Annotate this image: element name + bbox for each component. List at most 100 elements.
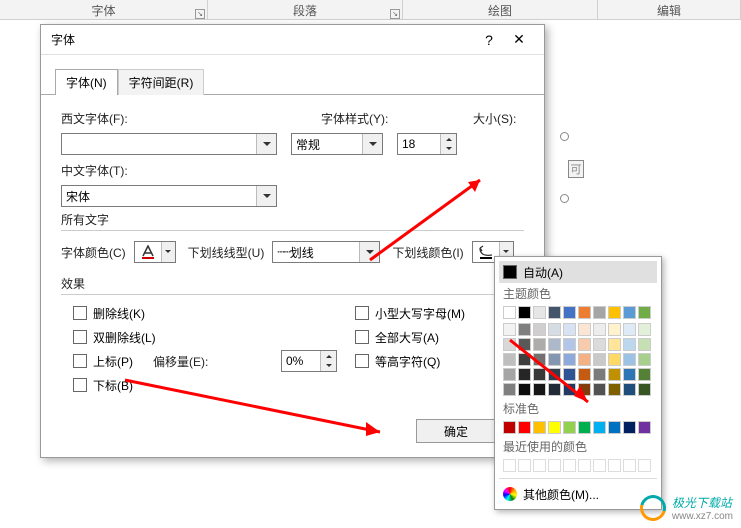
color-swatch[interactable] xyxy=(548,421,561,434)
color-swatch[interactable] xyxy=(503,368,516,381)
color-swatch[interactable] xyxy=(533,323,546,336)
color-swatch[interactable] xyxy=(638,323,651,336)
color-swatch[interactable] xyxy=(578,459,591,472)
color-swatch[interactable] xyxy=(638,383,651,396)
color-swatch[interactable] xyxy=(503,353,516,366)
color-swatch[interactable] xyxy=(608,459,621,472)
color-swatch[interactable] xyxy=(623,338,636,351)
color-swatch[interactable] xyxy=(503,338,516,351)
superscript-checkbox[interactable]: 上标(P) 偏移量(E): xyxy=(73,349,281,373)
color-swatch[interactable] xyxy=(548,323,561,336)
subscript-checkbox[interactable]: 下标(B) xyxy=(73,373,281,397)
color-swatch[interactable] xyxy=(548,383,561,396)
tab-spacing[interactable]: 字符间距(R) xyxy=(118,69,205,95)
spin-down-icon[interactable] xyxy=(321,361,336,371)
color-swatch[interactable] xyxy=(518,421,531,434)
double-strike-checkbox[interactable]: 双删除线(L) xyxy=(73,325,281,349)
close-button[interactable]: ✕ xyxy=(504,31,534,48)
color-swatch[interactable] xyxy=(608,368,621,381)
chevron-down-icon[interactable] xyxy=(359,242,379,262)
color-swatch[interactable] xyxy=(638,353,651,366)
color-swatch[interactable] xyxy=(623,459,636,472)
color-swatch[interactable] xyxy=(533,368,546,381)
color-swatch[interactable] xyxy=(623,421,636,434)
color-swatch[interactable] xyxy=(593,459,606,472)
color-swatch[interactable] xyxy=(563,338,576,351)
color-swatch[interactable] xyxy=(638,306,651,319)
color-swatch[interactable] xyxy=(563,368,576,381)
asian-font-combo[interactable]: 宋体 xyxy=(61,185,277,207)
color-swatch[interactable] xyxy=(623,323,636,336)
chevron-down-icon[interactable] xyxy=(256,134,276,154)
color-swatch[interactable] xyxy=(548,306,561,319)
underline-combo[interactable]: ┄┄ 划线 xyxy=(272,241,380,263)
color-swatch[interactable] xyxy=(593,323,606,336)
color-swatch[interactable] xyxy=(623,383,636,396)
color-swatch[interactable] xyxy=(503,459,516,472)
color-swatch[interactable] xyxy=(548,368,561,381)
color-swatch[interactable] xyxy=(518,368,531,381)
color-swatch[interactable] xyxy=(608,323,621,336)
color-swatch[interactable] xyxy=(563,421,576,434)
color-swatch[interactable] xyxy=(593,383,606,396)
color-swatch[interactable] xyxy=(563,306,576,319)
selection-handle[interactable] xyxy=(560,132,569,141)
color-swatch[interactable] xyxy=(548,338,561,351)
color-swatch[interactable] xyxy=(608,338,621,351)
color-swatch[interactable] xyxy=(533,306,546,319)
color-swatch[interactable] xyxy=(503,323,516,336)
color-swatch[interactable] xyxy=(638,338,651,351)
expand-icon[interactable] xyxy=(390,9,400,19)
allcap-checkbox[interactable]: 全部大写(A) xyxy=(355,325,465,349)
equalheight-checkbox[interactable]: 等高字符(Q) xyxy=(355,349,465,373)
color-swatch[interactable] xyxy=(548,353,561,366)
color-swatch[interactable] xyxy=(578,353,591,366)
color-swatch[interactable] xyxy=(578,338,591,351)
color-swatch[interactable] xyxy=(533,421,546,434)
more-colors[interactable]: 其他颜色(M)... xyxy=(499,483,657,505)
color-swatch[interactable] xyxy=(623,353,636,366)
color-swatch[interactable] xyxy=(563,353,576,366)
strike-checkbox[interactable]: 删除线(K) xyxy=(73,301,281,325)
color-swatch[interactable] xyxy=(533,338,546,351)
color-swatch[interactable] xyxy=(518,306,531,319)
color-swatch[interactable] xyxy=(578,323,591,336)
color-swatch[interactable] xyxy=(578,421,591,434)
ok-button[interactable]: 确定 xyxy=(416,419,496,443)
color-swatch[interactable] xyxy=(518,383,531,396)
color-swatch[interactable] xyxy=(593,353,606,366)
color-swatch[interactable] xyxy=(638,421,651,434)
color-swatch[interactable] xyxy=(518,338,531,351)
color-swatch[interactable] xyxy=(518,353,531,366)
color-swatch[interactable] xyxy=(518,323,531,336)
latin-font-combo[interactable] xyxy=(61,133,277,155)
color-auto[interactable]: 自动(A) xyxy=(499,261,657,283)
chevron-down-icon[interactable] xyxy=(256,186,276,206)
font-style-combo[interactable]: 常规 xyxy=(291,133,383,155)
color-swatch[interactable] xyxy=(563,323,576,336)
color-swatch[interactable] xyxy=(503,306,516,319)
spin-down-icon[interactable] xyxy=(441,144,456,154)
color-swatch[interactable] xyxy=(503,421,516,434)
textbox-shape[interactable]: 可 xyxy=(568,160,584,178)
color-swatch[interactable] xyxy=(623,368,636,381)
color-swatch[interactable] xyxy=(533,383,546,396)
color-swatch[interactable] xyxy=(623,306,636,319)
color-swatch[interactable] xyxy=(563,383,576,396)
color-swatch[interactable] xyxy=(593,306,606,319)
color-swatch[interactable] xyxy=(578,368,591,381)
color-swatch[interactable] xyxy=(638,368,651,381)
color-swatch[interactable] xyxy=(608,353,621,366)
tab-font[interactable]: 字体(N) xyxy=(55,69,118,95)
font-size-spinner[interactable]: 18 xyxy=(397,133,457,155)
font-color-button[interactable] xyxy=(134,241,176,263)
color-swatch[interactable] xyxy=(578,306,591,319)
color-swatch[interactable] xyxy=(593,421,606,434)
color-swatch[interactable] xyxy=(638,459,651,472)
color-swatch[interactable] xyxy=(503,383,516,396)
color-swatch[interactable] xyxy=(533,459,546,472)
color-swatch[interactable] xyxy=(578,383,591,396)
help-button[interactable]: ? xyxy=(474,32,504,48)
color-swatch[interactable] xyxy=(608,421,621,434)
color-swatch[interactable] xyxy=(593,338,606,351)
